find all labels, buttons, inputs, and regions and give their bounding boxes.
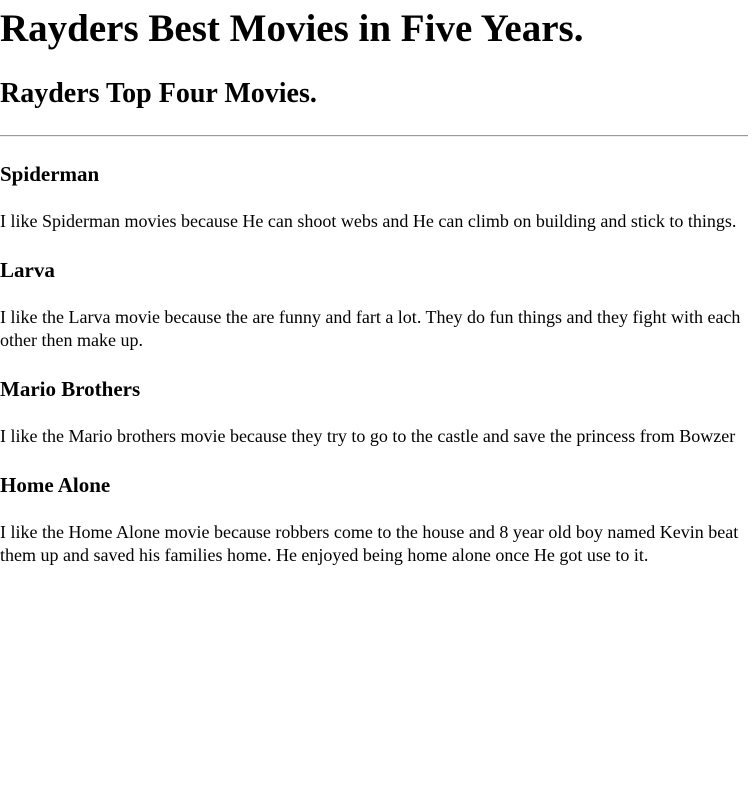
movie-title: Mario Brothers — [0, 377, 141, 401]
page: Rayders Best Movies in Five Years. Rayde… — [0, 6, 748, 567]
movie-title: Spiderman — [0, 162, 100, 186]
movie-description: I like the Mario brothers movie because … — [0, 426, 736, 446]
movie-title: Larva — [0, 258, 55, 282]
movie-section-spiderman: Spiderman I like Spiderman movies becaus… — [0, 162, 748, 233]
movie-section-mario-brothers: Mario Brothers I like the Mario brothers… — [0, 377, 748, 448]
movie-description: I like Spiderman movies because He can s… — [0, 211, 737, 231]
horizontal-divider — [0, 135, 748, 137]
movie-title: Home Alone — [0, 473, 111, 497]
page-title: Rayders Best Movies in Five Years. — [0, 7, 584, 50]
movie-description: I like the Larva movie because the are f… — [0, 307, 741, 350]
movie-section-home-alone: Home Alone I like the Home Alone movie b… — [0, 473, 748, 567]
page-subtitle: Rayders Top Four Movies. — [0, 78, 317, 109]
movie-description: I like the Home Alone movie because robb… — [0, 522, 739, 565]
movie-section-larva: Larva I like the Larva movie because the… — [0, 258, 748, 352]
